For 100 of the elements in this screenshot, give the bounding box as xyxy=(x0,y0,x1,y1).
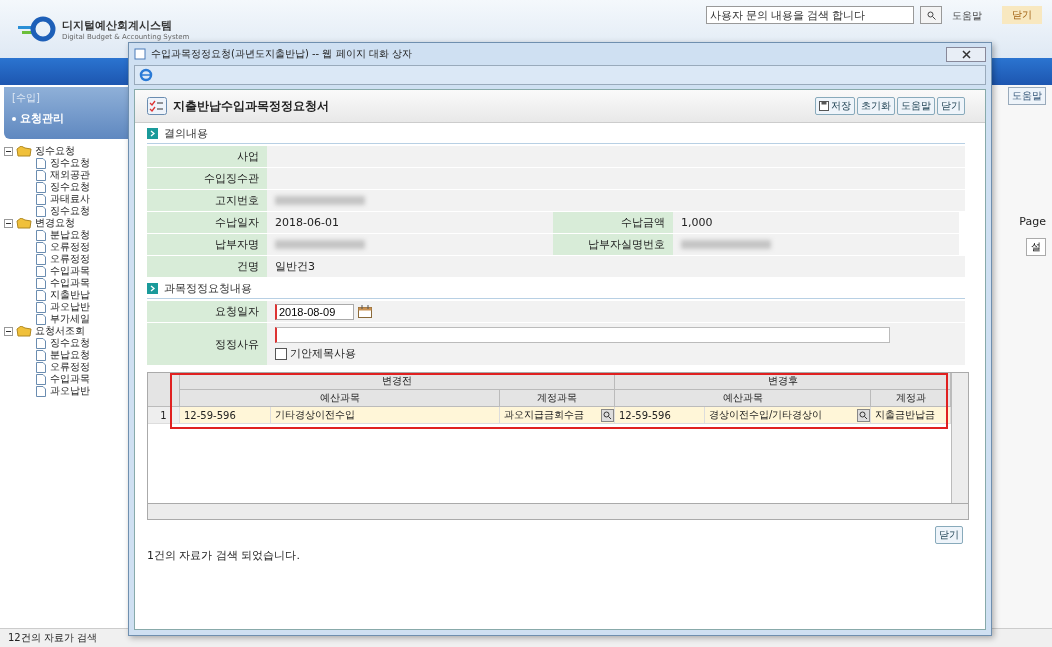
section-title: 결의내용 xyxy=(164,125,208,141)
table-cell: 과오지급금회수금 xyxy=(504,408,584,422)
save-icon xyxy=(819,101,829,111)
close-button[interactable]: 닫기 xyxy=(935,526,963,544)
document-icon xyxy=(36,289,46,301)
tree-item[interactable]: 수입과목 xyxy=(50,276,90,290)
close-button[interactable] xyxy=(946,46,986,62)
checkbox-label: 기안제목사용 xyxy=(290,346,356,361)
expander-icon[interactable] xyxy=(4,218,13,228)
status-message: 12건의 자료가 검색 xyxy=(8,631,98,645)
tree-item[interactable]: 지출반납 xyxy=(50,288,90,302)
table-cell: 지출금반납금 xyxy=(875,408,935,422)
logo-title: 디지털예산회계시스템 xyxy=(62,17,173,33)
tree-item[interactable]: 수입과목 xyxy=(50,264,90,278)
field-label: 납부자실명번호 xyxy=(553,234,673,255)
tree-item[interactable]: 분납요청 xyxy=(50,348,90,362)
reason-field[interactable] xyxy=(275,327,890,343)
tree-item[interactable]: 과태료사 xyxy=(50,192,90,206)
tree-item[interactable]: 오류정정 xyxy=(50,252,90,266)
search-icon[interactable] xyxy=(857,408,870,422)
document-icon xyxy=(36,193,46,205)
tree-folder[interactable]: 징수요청 xyxy=(35,144,75,158)
search-field[interactable]: 사용자 문의 내용을 검색 합니다 xyxy=(706,6,914,24)
document-icon xyxy=(36,181,46,193)
folder-icon xyxy=(16,325,32,337)
field-label: 수납일자 xyxy=(147,212,267,233)
document-icon xyxy=(36,349,46,361)
tree-item[interactable]: 오류정정 xyxy=(50,360,90,374)
section-arrow-icon xyxy=(147,282,158,294)
tree-item[interactable]: 징수요청 xyxy=(50,204,90,218)
field-value: 1,000 xyxy=(681,216,713,229)
checklist-icon xyxy=(147,97,167,115)
date-field[interactable]: 2018-08-09 xyxy=(275,303,354,320)
tree-item[interactable]: 징수요청 xyxy=(50,336,90,350)
document-icon xyxy=(36,205,46,217)
tree-item[interactable]: 오류정정 xyxy=(50,240,90,254)
tree-item[interactable]: 징수요청 xyxy=(50,180,90,194)
horizontal-scrollbar[interactable] xyxy=(148,503,968,519)
document-icon xyxy=(36,229,46,241)
tree-item[interactable]: 과오납반 xyxy=(50,300,90,314)
field-label: 사업 xyxy=(147,146,267,167)
checkbox[interactable] xyxy=(275,347,287,360)
section-title: 과목정정요청내용 xyxy=(164,280,252,296)
calendar-icon[interactable] xyxy=(358,305,372,318)
column-header[interactable]: 예산과목 xyxy=(180,390,500,407)
document-icon xyxy=(36,373,46,385)
toolbar-button[interactable]: 도움말 xyxy=(897,97,935,115)
table-cell: 기타경상이전수입 xyxy=(275,408,355,422)
tree-item[interactable]: 과오납반 xyxy=(50,384,90,398)
page-label: Page xyxy=(1019,215,1046,228)
settings-button[interactable]: 설 xyxy=(1026,238,1046,256)
document-icon xyxy=(36,241,46,253)
document-icon xyxy=(36,253,46,265)
section-arrow-icon xyxy=(147,127,158,139)
form-title: 지출반납수입과목정정요청서 xyxy=(173,97,329,115)
save-button[interactable]: 저장 xyxy=(815,97,855,115)
column-header[interactable]: 예산과목 xyxy=(615,390,871,407)
document-icon xyxy=(36,157,46,169)
tree-folder[interactable]: 요청서조회 xyxy=(35,324,85,338)
expander-icon[interactable] xyxy=(4,146,13,156)
tree-item[interactable]: 재외공관 xyxy=(50,168,90,182)
row-number: 1 xyxy=(148,407,180,424)
document-icon xyxy=(36,313,46,325)
field-value: 일반건3 xyxy=(275,259,315,274)
search-button[interactable] xyxy=(920,6,942,24)
toolbar-button[interactable]: 닫기 xyxy=(937,97,965,115)
tree-item[interactable]: 분납요청 xyxy=(50,228,90,242)
tree-item[interactable]: 징수요청 xyxy=(50,156,90,170)
bullet-icon xyxy=(12,116,16,121)
logo-icon xyxy=(18,16,58,42)
browser-icon xyxy=(139,68,153,82)
document-icon xyxy=(36,385,46,397)
vertical-scrollbar[interactable] xyxy=(951,373,968,503)
column-header[interactable]: 계정과 xyxy=(871,390,951,407)
folder-icon xyxy=(16,145,32,157)
search-icon xyxy=(926,10,936,20)
field-label: 고지번호 xyxy=(147,190,267,211)
toolbar-button[interactable]: 초기화 xyxy=(857,97,895,115)
tree-item[interactable]: 부가세일 xyxy=(50,312,90,326)
field-label: 수입징수관 xyxy=(147,168,267,189)
search-icon[interactable] xyxy=(601,408,614,422)
field-value: 2018-06-01 xyxy=(275,216,339,229)
document-icon xyxy=(36,265,46,277)
table-cell: 12-59-596 xyxy=(184,409,236,421)
expander-icon[interactable] xyxy=(4,326,13,336)
close-icon xyxy=(961,49,971,59)
field-label: 정정사유 xyxy=(147,323,267,365)
help-link[interactable]: 도움말 xyxy=(948,6,996,23)
document-icon xyxy=(36,277,46,289)
column-header[interactable]: 계정과목 xyxy=(500,390,615,407)
tree-item[interactable]: 수입과목 xyxy=(50,372,90,386)
table-cell: 12-59-596 xyxy=(619,409,671,421)
help-button[interactable]: 도움말 xyxy=(1008,87,1046,105)
close-button[interactable]: 닫기 xyxy=(1002,6,1042,24)
field-label: 납부자명 xyxy=(147,234,267,255)
document-icon xyxy=(36,169,46,181)
document-icon xyxy=(36,301,46,313)
tree-folder[interactable]: 변경요청 xyxy=(35,216,75,230)
document-icon xyxy=(36,361,46,373)
grid-corner xyxy=(148,373,180,407)
